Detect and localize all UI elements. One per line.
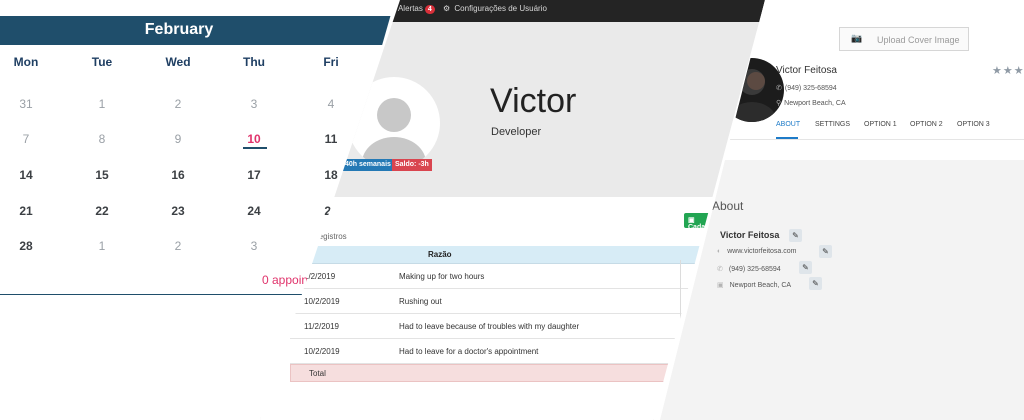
- edit-phone-pencil-icon[interactable]: ✎: [799, 261, 812, 274]
- about-name: Victor Feitosa: [720, 230, 780, 240]
- today-underline: [243, 147, 267, 149]
- calendar-day[interactable]: 16: [148, 168, 208, 182]
- calendar-day-today[interactable]: 10: [224, 132, 284, 146]
- tab-option-3[interactable]: OPTION 3: [957, 121, 990, 128]
- tabs-divider: [720, 139, 1024, 140]
- calendar-day[interactable]: 9: [148, 132, 208, 146]
- rating-stars: ★★★: [992, 65, 1024, 77]
- hours-tag: 40h semanais: [342, 159, 394, 171]
- row-date: 10/2/2019: [304, 347, 340, 356]
- row-reason: Rushing out: [399, 297, 442, 306]
- about-website-row: ◐ www.victorfeitosa.com: [717, 248, 796, 255]
- table-row[interactable]: 10/2/2019 Had to leave for a doctor's ap…: [290, 339, 720, 364]
- calendar-day[interactable]: 23: [148, 204, 208, 218]
- row-reason: Had to leave because of troubles with my…: [399, 322, 580, 331]
- edit-name-pencil-icon[interactable]: ✎: [789, 229, 802, 242]
- weekday-label: Thu: [243, 55, 265, 69]
- employee-name: Victor: [490, 82, 577, 120]
- phone-icon: ✆: [776, 85, 782, 92]
- user-settings-label: Configurações de Usuário: [454, 4, 547, 13]
- records-table-header: Razão: [290, 246, 720, 264]
- gear-icon: ⚙: [443, 4, 451, 13]
- about-location-row: ▣ Newport Beach, CA: [717, 281, 791, 289]
- about-heading: About: [712, 199, 744, 213]
- alerts-count-badge: 4: [424, 5, 435, 14]
- calendar-day[interactable]: 11: [301, 132, 361, 146]
- tab-about[interactable]: ABOUT: [776, 121, 800, 128]
- reason-column-header: Razão: [428, 250, 452, 259]
- camera-icon: 📷: [851, 33, 863, 43]
- weekday-label: Fri: [323, 55, 339, 69]
- calendar-day[interactable]: 1: [72, 239, 132, 253]
- calendar-day[interactable]: 2: [148, 97, 208, 111]
- calendar-day[interactable]: 31: [0, 97, 56, 111]
- calendar-day[interactable]: 17: [224, 168, 284, 182]
- plus-square-icon: ▣: [688, 217, 695, 224]
- calendar-day[interactable]: 3: [224, 239, 284, 253]
- profile-phone-row: ✆ (949) 325-68594: [776, 84, 837, 92]
- calendar-day[interactable]: 21: [0, 204, 56, 218]
- edit-website-pencil-icon[interactable]: ✎: [819, 245, 832, 258]
- globe-icon: ◐: [717, 248, 722, 255]
- calendar-day[interactable]: 24: [224, 204, 284, 218]
- calendar-day[interactable]: 7: [0, 132, 56, 146]
- balance-tag: Saldo: -3h: [392, 159, 432, 171]
- total-label: Total: [309, 369, 326, 378]
- calendar-day[interactable]: 22: [72, 204, 132, 218]
- alerts-label: Alertas: [397, 4, 423, 13]
- calendar-month-title: February: [144, 21, 214, 38]
- table-row[interactable]: 11/2/2019 Had to leave because of troubl…: [290, 314, 720, 339]
- calendar-day[interactable]: 8: [72, 132, 132, 146]
- row-date: 11/2/2019: [304, 322, 339, 331]
- tab-option-2[interactable]: OPTION 2: [910, 121, 943, 128]
- row-reason: Making up for two hours: [399, 272, 485, 281]
- user-settings-nav-item[interactable]: ⚙ Configurações de Usuário: [443, 4, 547, 13]
- calendar-day[interactable]: 3: [224, 97, 284, 111]
- profile-location: Newport Beach, CA: [784, 100, 846, 107]
- building-icon: ▣: [717, 282, 724, 289]
- table-row[interactable]: 1/2/2019 Making up for two hours: [290, 264, 720, 289]
- calendar-day[interactable]: 2: [148, 239, 208, 253]
- upload-cover-label: Upload Cover Image: [877, 35, 960, 45]
- calendar-day[interactable]: 14: [0, 168, 56, 182]
- calendar-day[interactable]: 28: [0, 239, 56, 253]
- edit-location-pencil-icon[interactable]: ✎: [809, 277, 822, 290]
- about-phone-row: ✆ (949) 325-68594: [717, 265, 781, 273]
- map-marker-icon: ⚲: [776, 100, 782, 107]
- calendar-day[interactable]: 4: [301, 97, 361, 111]
- weekday-label: Tue: [91, 55, 113, 69]
- row-date: 10/2/2019: [304, 297, 340, 306]
- profile-location-row: ⚲ Newport Beach, CA: [776, 99, 846, 107]
- upload-cover-button[interactable]: 📷 Upload Cover Image: [839, 27, 969, 51]
- profile-name: Victor Feitosa: [776, 65, 837, 76]
- employee-role: Developer: [491, 126, 542, 138]
- table-row[interactable]: 10/2/2019 Rushing out: [290, 289, 720, 314]
- tab-option-1[interactable]: OPTION 1: [864, 121, 897, 128]
- calendar-day[interactable]: 1: [72, 97, 132, 111]
- phone-icon: ✆: [717, 266, 723, 273]
- tab-settings[interactable]: SETTINGS: [815, 121, 850, 128]
- weekday-label: Wed: [165, 55, 191, 69]
- weekday-label: Mon: [13, 55, 39, 69]
- calendar-day[interactable]: 15: [72, 168, 132, 182]
- profile-phone: (949) 325-68594: [784, 85, 837, 92]
- about-website: www.victorfeitosa.com: [727, 248, 797, 255]
- table-total-row: Total: [290, 364, 720, 382]
- row-reason: Had to leave for a doctor's appointment: [399, 347, 539, 356]
- about-phone: (949) 325-68594: [728, 266, 781, 273]
- about-location: Newport Beach, CA: [729, 282, 792, 289]
